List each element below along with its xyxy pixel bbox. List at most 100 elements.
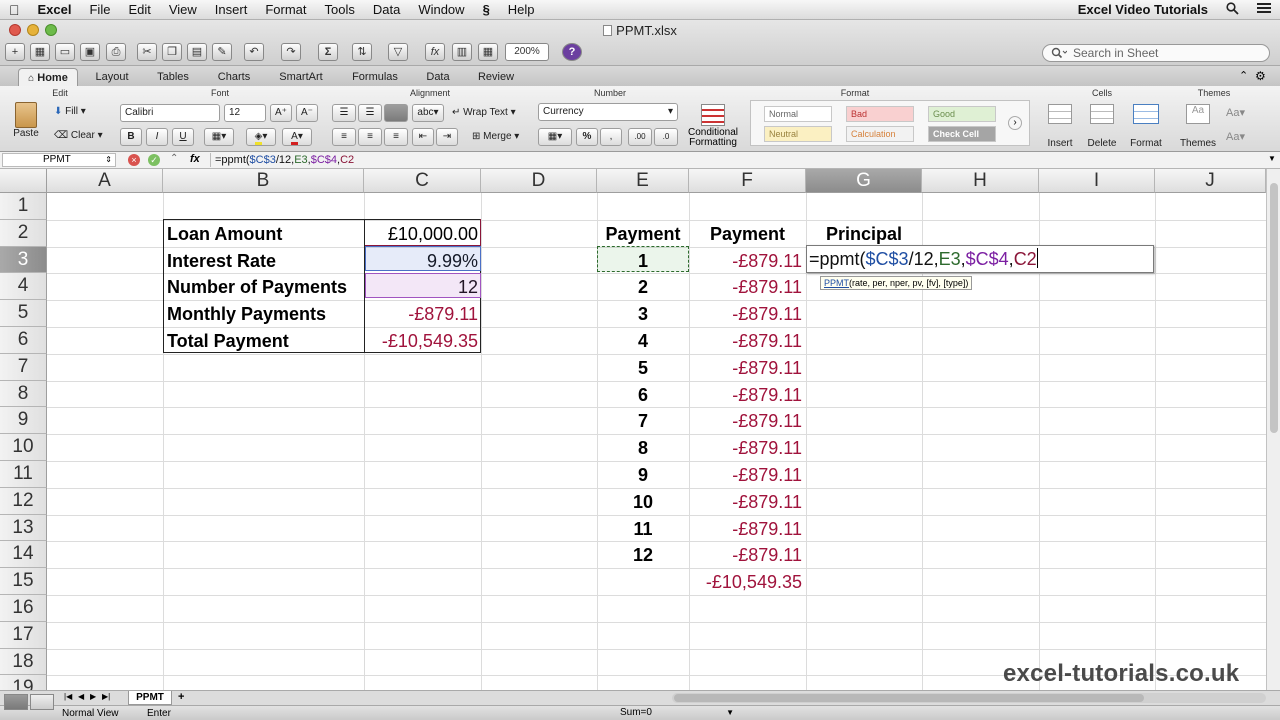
filter-icon[interactable]: ▽ bbox=[388, 43, 408, 61]
payment-number-cell[interactable]: 2 bbox=[597, 274, 689, 300]
row-header[interactable]: 1 bbox=[0, 193, 47, 220]
tab-review[interactable]: Review bbox=[466, 68, 526, 86]
payment-amount-cell[interactable]: -£879.11 bbox=[689, 489, 802, 515]
payment-amount-cell[interactable]: -£879.11 bbox=[689, 408, 802, 434]
row-header[interactable]: 18 bbox=[0, 648, 47, 676]
menu-window[interactable]: Window bbox=[409, 2, 473, 17]
next-sheet-nav-icon[interactable]: ▶ bbox=[90, 692, 96, 701]
insert-function-button[interactable]: fx bbox=[190, 153, 200, 165]
column-header[interactable]: G bbox=[806, 169, 922, 193]
align-right-button[interactable]: ≡ bbox=[384, 128, 408, 146]
gallery-icon[interactable]: ▦ bbox=[30, 43, 50, 61]
first-sheet-nav-icon[interactable]: |◀ bbox=[64, 692, 72, 701]
spotlight-search-icon[interactable] bbox=[1217, 1, 1248, 18]
payment-amount-cell[interactable]: -£879.11 bbox=[689, 248, 802, 274]
themes-button[interactable]: Aa Themes bbox=[1178, 104, 1218, 149]
ribbon-settings-icon[interactable]: ⚙ bbox=[1255, 69, 1266, 83]
wrap-text-button[interactable]: ↵ Wrap Text ▾ bbox=[452, 107, 516, 118]
payment-amount-cell[interactable]: -£879.11 bbox=[689, 382, 802, 408]
merge-button[interactable]: ⊞ Merge ▾ bbox=[472, 131, 519, 142]
row-header[interactable]: 9 bbox=[0, 407, 47, 435]
autosum-icon[interactable]: Σ bbox=[318, 43, 338, 61]
style-normal[interactable]: Normal bbox=[764, 106, 832, 122]
grow-font-button[interactable]: A⁺ bbox=[270, 104, 292, 122]
row-header[interactable]: 3 bbox=[0, 246, 47, 274]
column-header[interactable]: F bbox=[689, 169, 806, 193]
payment-number-cell[interactable]: 7 bbox=[597, 408, 689, 434]
tab-smartart[interactable]: SmartArt bbox=[266, 68, 336, 86]
payment-number-cell[interactable]: 1 bbox=[597, 248, 689, 274]
horizontal-scroll-thumb[interactable] bbox=[674, 694, 1144, 702]
paste-button[interactable]: Paste bbox=[8, 102, 44, 148]
payment-amount-cell[interactable]: -£879.11 bbox=[689, 542, 802, 568]
normal-view-button[interactable] bbox=[4, 694, 28, 710]
column-header[interactable]: H bbox=[922, 169, 1039, 193]
sheet-tab-ppmt[interactable]: PPMT bbox=[128, 691, 172, 705]
add-sheet-icon[interactable]: + bbox=[178, 691, 184, 703]
toolbox-icon[interactable]: ▥ bbox=[452, 43, 472, 61]
payment-number-cell[interactable]: 12 bbox=[597, 542, 689, 568]
styles-scroll-icon[interactable]: › bbox=[1008, 116, 1022, 130]
menu-help[interactable]: Help bbox=[499, 2, 544, 17]
horizontal-scrollbar[interactable] bbox=[672, 693, 1266, 703]
menu-file[interactable]: File bbox=[80, 2, 119, 17]
header-payment-number[interactable]: Payment bbox=[597, 221, 689, 247]
payment-amount-cell[interactable]: -£879.11 bbox=[689, 462, 802, 488]
fill-button[interactable]: ⬇ Fill ▾ bbox=[54, 106, 86, 117]
style-bad[interactable]: Bad bbox=[846, 106, 914, 122]
new-document-icon[interactable]: + bbox=[5, 43, 25, 61]
shrink-font-button[interactable]: A⁻ bbox=[296, 104, 318, 122]
style-good[interactable]: Good bbox=[928, 106, 996, 122]
header-principal[interactable]: Principal bbox=[806, 221, 922, 247]
payment-number-cell[interactable]: 6 bbox=[597, 382, 689, 408]
row-header[interactable]: 10 bbox=[0, 434, 47, 461]
row-header[interactable]: 7 bbox=[0, 353, 47, 381]
payment-amount-cell[interactable]: -£879.11 bbox=[689, 435, 802, 461]
row-header[interactable]: 12 bbox=[0, 487, 47, 515]
payment-amount-cell[interactable]: -£879.11 bbox=[689, 328, 802, 354]
vertical-scroll-thumb[interactable] bbox=[1270, 183, 1278, 433]
payment-number-cell[interactable]: 9 bbox=[597, 462, 689, 488]
active-cell-editor[interactable]: =ppmt($C$3/12,E3,$C$4,C2 bbox=[806, 245, 1154, 273]
increase-decimal-button[interactable]: .00 bbox=[628, 128, 652, 146]
undo-icon[interactable]: ↶ bbox=[244, 43, 264, 61]
open-folder-icon[interactable]: ▭ bbox=[55, 43, 75, 61]
menu-edit[interactable]: Edit bbox=[119, 2, 159, 17]
comma-style-button[interactable]: , bbox=[600, 128, 622, 146]
theme-fonts-icon[interactable]: Aa▾ bbox=[1226, 106, 1245, 119]
fill-color-button[interactable]: ◈▾ bbox=[246, 128, 276, 146]
app-menu[interactable]: Excel bbox=[29, 2, 81, 17]
column-header[interactable]: D bbox=[481, 169, 597, 193]
style-check-cell[interactable]: Check Cell bbox=[928, 126, 996, 142]
orientation-button[interactable]: abc▾ bbox=[412, 104, 444, 122]
format-painter-icon[interactable]: ✎ bbox=[212, 43, 232, 61]
payment-amount-cell[interactable]: -£879.11 bbox=[689, 274, 802, 300]
payment-number-cell[interactable]: 5 bbox=[597, 355, 689, 381]
payment-number-cell[interactable]: 3 bbox=[597, 301, 689, 327]
zoom-select[interactable]: 200% bbox=[505, 43, 549, 61]
column-header[interactable]: E bbox=[597, 169, 689, 193]
select-all-corner[interactable] bbox=[0, 169, 47, 193]
cancel-entry-icon[interactable]: × bbox=[128, 154, 140, 166]
payment-number-cell[interactable]: 10 bbox=[597, 489, 689, 515]
name-box[interactable]: PPMT ⇕ bbox=[2, 153, 116, 167]
row-header[interactable]: 13 bbox=[0, 514, 47, 542]
apple-menu-icon[interactable]:  bbox=[0, 2, 29, 18]
tab-tables[interactable]: Tables bbox=[144, 68, 202, 86]
payment-number-cell[interactable]: 4 bbox=[597, 328, 689, 354]
number-format-select[interactable]: Currency ▾ bbox=[538, 103, 678, 121]
row-header[interactable]: 19 bbox=[0, 675, 47, 690]
row-header[interactable]: 11 bbox=[0, 461, 47, 488]
row-header[interactable]: 6 bbox=[0, 327, 47, 354]
menu-insert[interactable]: Insert bbox=[206, 2, 257, 17]
payment-total-cell[interactable]: -£10,549.35 bbox=[689, 569, 802, 595]
conditional-formatting-button[interactable]: Conditional Formatting bbox=[686, 104, 740, 148]
payment-amount-cell[interactable]: -£879.11 bbox=[689, 301, 802, 327]
list-menu-icon[interactable] bbox=[1248, 2, 1280, 17]
style-calculation[interactable]: Calculation bbox=[846, 126, 914, 142]
format-cells-button[interactable]: Format bbox=[1124, 104, 1168, 149]
tab-data[interactable]: Data bbox=[414, 68, 462, 86]
payment-number-cell[interactable]: 11 bbox=[597, 516, 689, 542]
row-header[interactable]: 17 bbox=[0, 621, 47, 649]
theme-colors-icon[interactable]: Aa▾ bbox=[1226, 130, 1245, 143]
